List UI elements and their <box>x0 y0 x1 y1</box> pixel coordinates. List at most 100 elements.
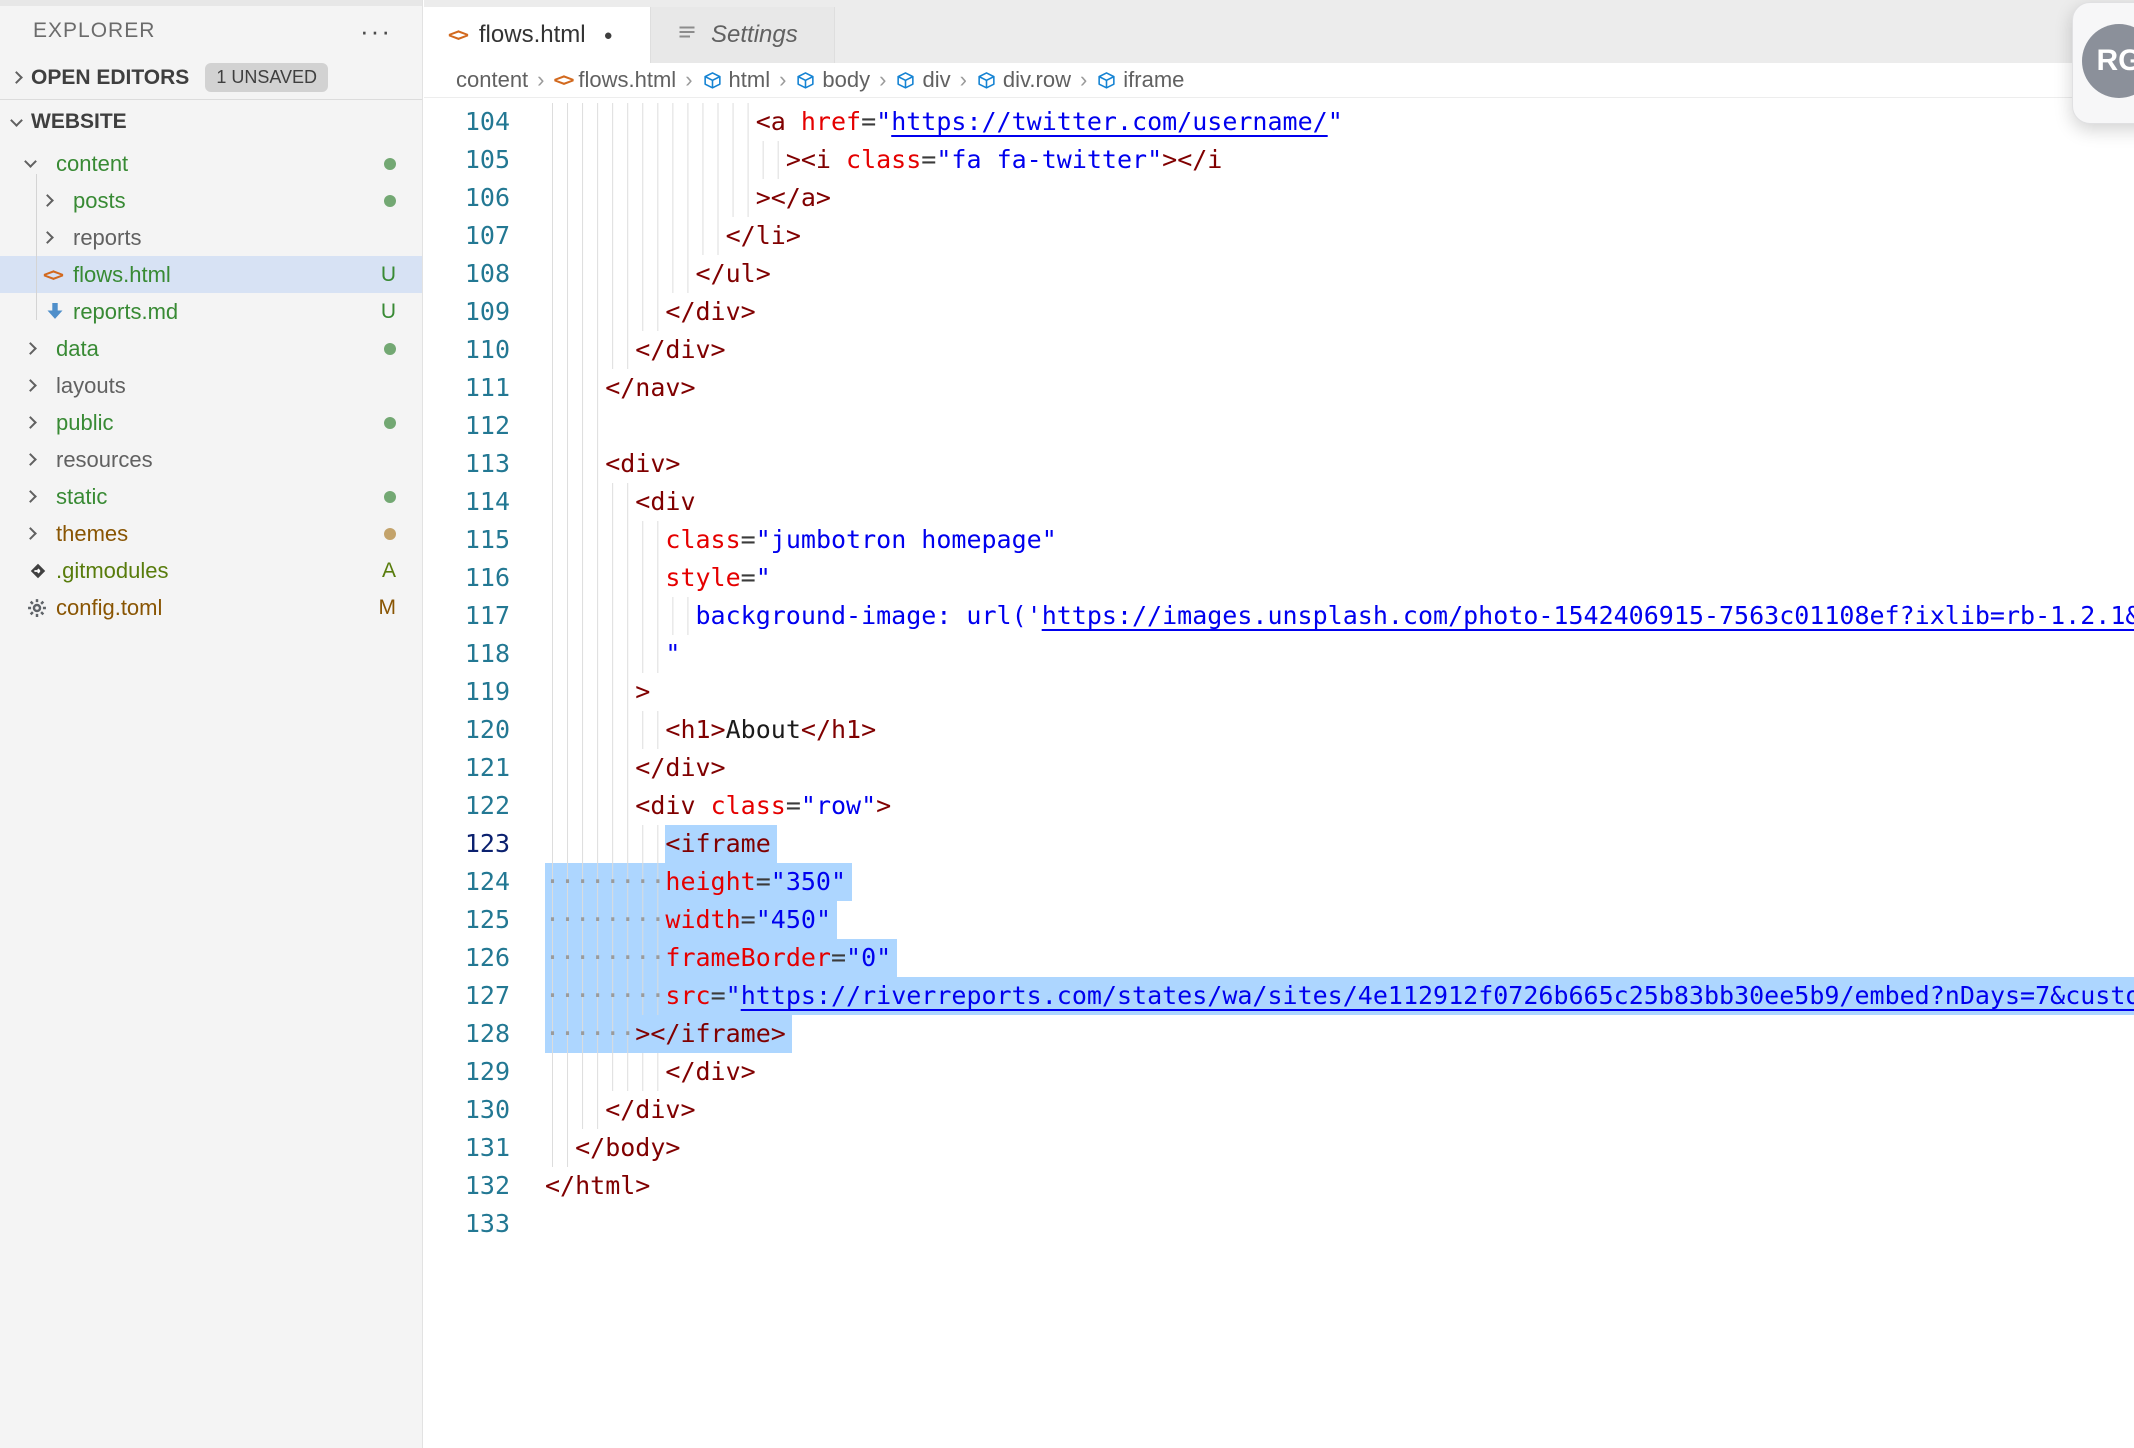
line-content[interactable]: class="jumbotron homepage" <box>545 521 2134 559</box>
git-status-badge: U <box>381 300 396 324</box>
line-number: 129 <box>424 1053 510 1091</box>
line-number: 117 <box>424 597 510 635</box>
token: https://riverreports.com/states/wa/sites… <box>741 981 2134 1010</box>
line-content[interactable]: <div> <box>545 445 2134 483</box>
breadcrumb-item-flows-html[interactable]: <>flows.html <box>554 67 677 93</box>
breadcrumb-item-content[interactable]: content <box>456 67 528 93</box>
line-content[interactable]: </div> <box>545 331 2134 369</box>
line-content[interactable]: <div <box>545 483 2134 521</box>
sidebar-item-public[interactable]: public <box>0 404 422 441</box>
open-editors-section[interactable]: OPEN EDITORS 1 UNSAVED <box>0 56 422 100</box>
git-icon <box>26 559 50 583</box>
breadcrumb-item-body[interactable]: body <box>795 67 870 93</box>
line-content[interactable]: ········height="350" <box>545 863 2134 901</box>
code-line-111[interactable]: 111</nav> <box>424 369 2134 407</box>
line-content[interactable]: <div class="row"> <box>545 787 2134 825</box>
sidebar-item-flows-html[interactable]: <>flows.htmlU <box>0 256 422 293</box>
code-line-126[interactable]: 126········frameBorder="0" <box>424 939 2134 977</box>
item-label: content <box>56 151 384 177</box>
breadcrumb-separator: › <box>879 67 886 93</box>
code-line-124[interactable]: 124········height="350" <box>424 863 2134 901</box>
sidebar-item-static[interactable]: static <box>0 478 422 515</box>
code-line-131[interactable]: 131</body> <box>424 1129 2134 1167</box>
profile-card[interactable]: RG <box>2072 2 2134 124</box>
sidebar-item-reports-md[interactable]: reports.mdU <box>0 293 422 330</box>
breadcrumb-item-div[interactable]: div <box>895 67 950 93</box>
code-line-117[interactable]: 117 background-image: url('https://images… <box>424 597 2134 635</box>
line-content[interactable]: </div> <box>545 1091 2134 1129</box>
line-content[interactable]: background-image: url('https://images.un… <box>545 597 2134 635</box>
code-line-125[interactable]: 125········width="450" <box>424 901 2134 939</box>
sidebar-item-layouts[interactable]: layouts <box>0 367 422 404</box>
line-content[interactable]: <a href="https://twitter.com/username/" <box>545 103 2134 141</box>
line-content[interactable]: ><i class="fa fa-twitter"></i <box>545 141 2134 179</box>
code-line-122[interactable]: 122<div class="row"> <box>424 787 2134 825</box>
line-content[interactable]: <h1>About</h1> <box>545 711 2134 749</box>
code-line-113[interactable]: 113<div> <box>424 445 2134 483</box>
breadcrumb-item-html[interactable]: html <box>702 67 771 93</box>
line-content[interactable]: > <box>545 673 2134 711</box>
code-line-118[interactable]: 118" <box>424 635 2134 673</box>
line-content[interactable]: " <box>545 635 2134 673</box>
line-content[interactable]: </nav> <box>545 369 2134 407</box>
line-content[interactable]: </div> <box>545 293 2134 331</box>
tab-settings[interactable]: Settings <box>650 7 835 63</box>
code-line-110[interactable]: 110</div> <box>424 331 2134 369</box>
line-content[interactable]: </div> <box>545 749 2134 787</box>
line-content[interactable]: ······></iframe> <box>545 1015 2134 1053</box>
more-actions-icon[interactable]: ··· <box>360 26 392 36</box>
code-line-109[interactable]: 109</div> <box>424 293 2134 331</box>
code-line-127[interactable]: 127········src="https://riverreports.com… <box>424 977 2134 1015</box>
code-line-119[interactable]: 119> <box>424 673 2134 711</box>
sidebar-item-reports[interactable]: reports <box>0 219 422 256</box>
line-content[interactable]: </div> <box>545 1053 2134 1091</box>
sidebar-item-gitmodules[interactable]: .gitmodulesA <box>0 552 422 589</box>
breadcrumb-item-iframe[interactable]: iframe <box>1096 67 1184 93</box>
code-line-107[interactable]: 107</li> <box>424 217 2134 255</box>
code-line-121[interactable]: 121</div> <box>424 749 2134 787</box>
modified-dot-icon[interactable]: ● <box>604 27 613 44</box>
code-line-105[interactable]: 105><i class="fa fa-twitter"></i <box>424 141 2134 179</box>
website-label: WEBSITE <box>31 110 127 134</box>
code-line-106[interactable]: 106></a> <box>424 179 2134 217</box>
token: height <box>665 867 755 896</box>
code-line-108[interactable]: 108</ul> <box>424 255 2134 293</box>
line-content[interactable]: ></a> <box>545 179 2134 217</box>
indent-guides <box>545 1053 665 1091</box>
line-content[interactable]: ········frameBorder="0" <box>545 939 2134 977</box>
code-line-112[interactable]: 112 <box>424 407 2134 445</box>
line-content[interactable]: </html> <box>545 1167 2134 1205</box>
code-editor[interactable]: 104<a href="https://twitter.com/username… <box>424 98 2134 1243</box>
code-line-128[interactable]: 128······></iframe> <box>424 1015 2134 1053</box>
line-content[interactable] <box>545 407 2134 445</box>
sidebar-item-data[interactable]: data <box>0 330 422 367</box>
code-line-123[interactable]: 123<iframe <box>424 825 2134 863</box>
line-content[interactable]: </li> <box>545 217 2134 255</box>
code-line-120[interactable]: 120<h1>About</h1> <box>424 711 2134 749</box>
code-line-104[interactable]: 104<a href="https://twitter.com/username… <box>424 103 2134 141</box>
sidebar-item-config-toml[interactable]: config.tomlM <box>0 589 422 626</box>
tab-flows-html[interactable]: <>flows.html● <box>424 7 650 63</box>
line-content[interactable]: <iframe <box>545 825 2134 863</box>
code-line-116[interactable]: 116style=" <box>424 559 2134 597</box>
code-line-115[interactable]: 115class="jumbotron homepage" <box>424 521 2134 559</box>
code-line-130[interactable]: 130</div> <box>424 1091 2134 1129</box>
sidebar-item-themes[interactable]: themes <box>0 515 422 552</box>
sidebar-item-resources[interactable]: resources <box>0 441 422 478</box>
line-content[interactable]: ········src="https://riverreports.com/st… <box>545 977 2134 1015</box>
markdown-down-arrow-icon <box>43 300 67 324</box>
sidebar-item-posts[interactable]: posts <box>0 182 422 219</box>
website-section[interactable]: WEBSITE <box>0 100 422 144</box>
code-line-133[interactable]: 133 <box>424 1205 2134 1243</box>
code-line-132[interactable]: 132</html> <box>424 1167 2134 1205</box>
breadcrumb-item-div-row[interactable]: div.row <box>976 67 1071 93</box>
line-content[interactable]: ········width="450" <box>545 901 2134 939</box>
line-content[interactable]: </body> <box>545 1129 2134 1167</box>
line-content[interactable]: </ul> <box>545 255 2134 293</box>
code-line-114[interactable]: 114<div <box>424 483 2134 521</box>
line-content[interactable]: style=" <box>545 559 2134 597</box>
chevron-right-icon <box>10 71 23 84</box>
code-line-129[interactable]: 129 </div> <box>424 1053 2134 1091</box>
line-content[interactable] <box>545 1205 2134 1243</box>
sidebar-item-content[interactable]: content <box>0 145 422 182</box>
